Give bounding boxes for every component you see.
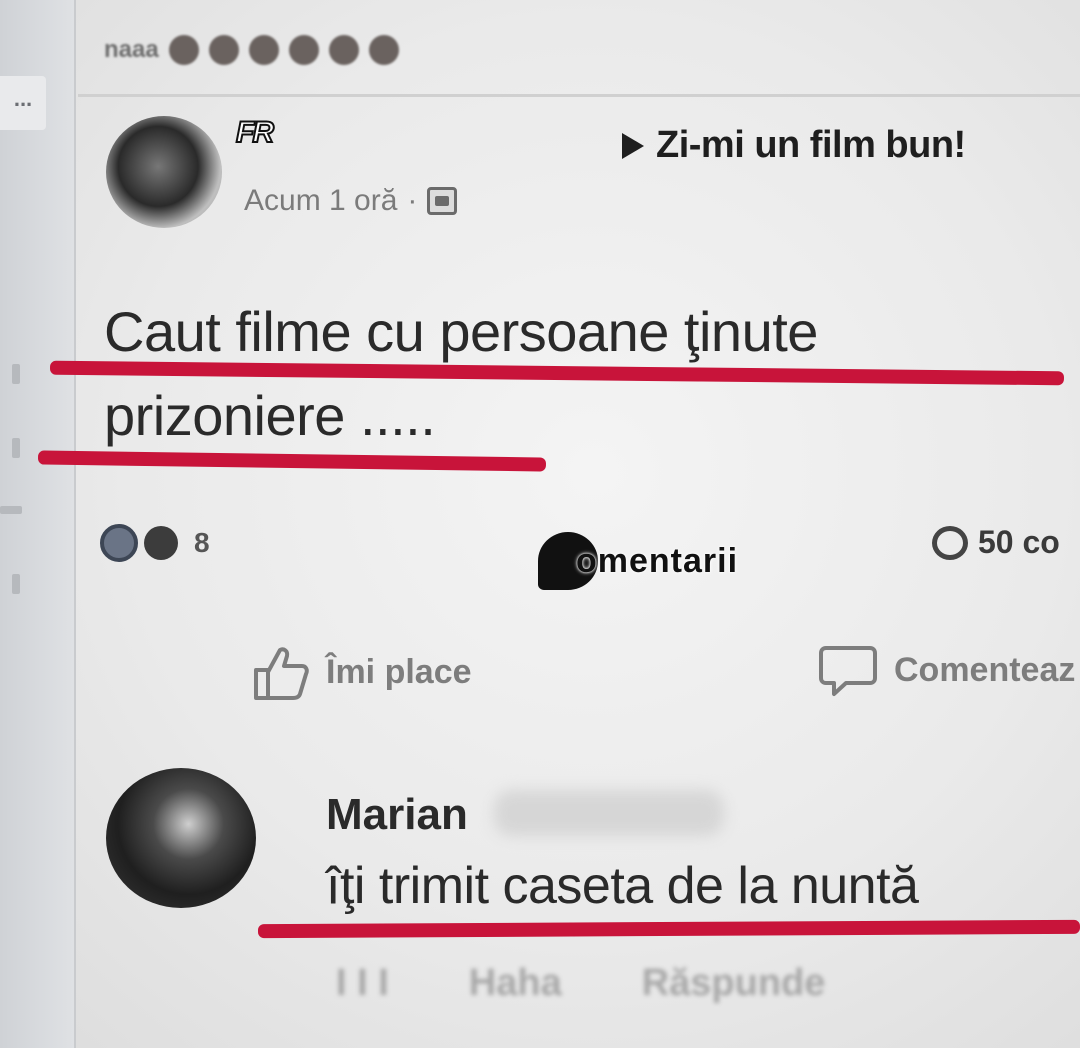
reaction-count: 8: [194, 527, 210, 558]
group-name: Zi-mi un film bun!: [656, 124, 966, 166]
emoji-icon: [288, 35, 319, 65]
red-underline: [257, 919, 1080, 939]
commenter-name[interactable]: Marian: [326, 790, 468, 840]
comments-count[interactable]: 50 co: [932, 524, 1060, 561]
comment-action-haha[interactable]: Haha: [469, 962, 562, 1005]
previous-post-name: naaa: [104, 36, 159, 63]
post-author-avatar[interactable]: [106, 116, 222, 228]
sidebar-mark: [0, 506, 22, 514]
care-reaction-icon: [144, 526, 178, 560]
redacted-surname: [494, 790, 724, 836]
post-time[interactable]: Acum 1 oră: [244, 184, 397, 218]
like-label: Îmi place: [326, 652, 472, 691]
like-button[interactable]: Îmi place: [250, 642, 472, 702]
emoji-icon: [168, 35, 199, 65]
reaction-summary[interactable]: 8: [100, 524, 210, 562]
emoji-icon: [328, 35, 359, 65]
screen: ... naaa FR Zi-mi un film bun! Acum 1 or…: [0, 0, 1080, 1048]
like-reaction-icon: [100, 524, 138, 562]
author-mark: FR: [235, 115, 275, 150]
post-text-line: Caut filme cu persoane ţinute: [104, 300, 818, 363]
comment-icon: [819, 646, 877, 696]
comments-count-label: 50 co: [978, 524, 1060, 560]
post-text-line: prizoniere .....: [104, 384, 436, 447]
more-options-icon[interactable]: ...: [0, 76, 46, 130]
emoji-icon: [248, 35, 279, 65]
emoji-icon: [368, 35, 399, 65]
thumbs-up-icon: [254, 647, 309, 700]
watermark-logo: omentarii: [538, 532, 738, 590]
post-meta: Acum 1 oră ·: [244, 184, 458, 218]
group-audience-icon: [427, 187, 458, 215]
comment-button[interactable]: Comenteaz: [818, 642, 1075, 698]
left-sidebar: ...: [0, 0, 76, 1048]
meta-separator: ·: [407, 184, 418, 217]
commenter-avatar[interactable]: [106, 768, 256, 908]
comment-actions: I I I Haha Răspunde: [336, 962, 825, 1005]
previous-post-header: naaa: [104, 28, 399, 72]
divider: [78, 94, 1080, 97]
comment-label: Comenteaz: [894, 650, 1076, 689]
comment-bubble-icon: [932, 525, 968, 560]
sidebar-mark: [12, 438, 20, 458]
sidebar-mark: [12, 364, 20, 384]
sidebar-mark: [12, 574, 20, 594]
comment-action[interactable]: I I I: [336, 962, 389, 1005]
comment-text: îţi trimit caseta de la nuntă: [326, 857, 919, 915]
group-link[interactable]: Zi-mi un film bun!: [622, 124, 966, 167]
play-arrow-icon: [622, 132, 644, 159]
emoji-icon: [208, 35, 239, 65]
comment-action-reply[interactable]: Răspunde: [642, 962, 826, 1005]
watermark-text: omentarii: [576, 541, 739, 580]
